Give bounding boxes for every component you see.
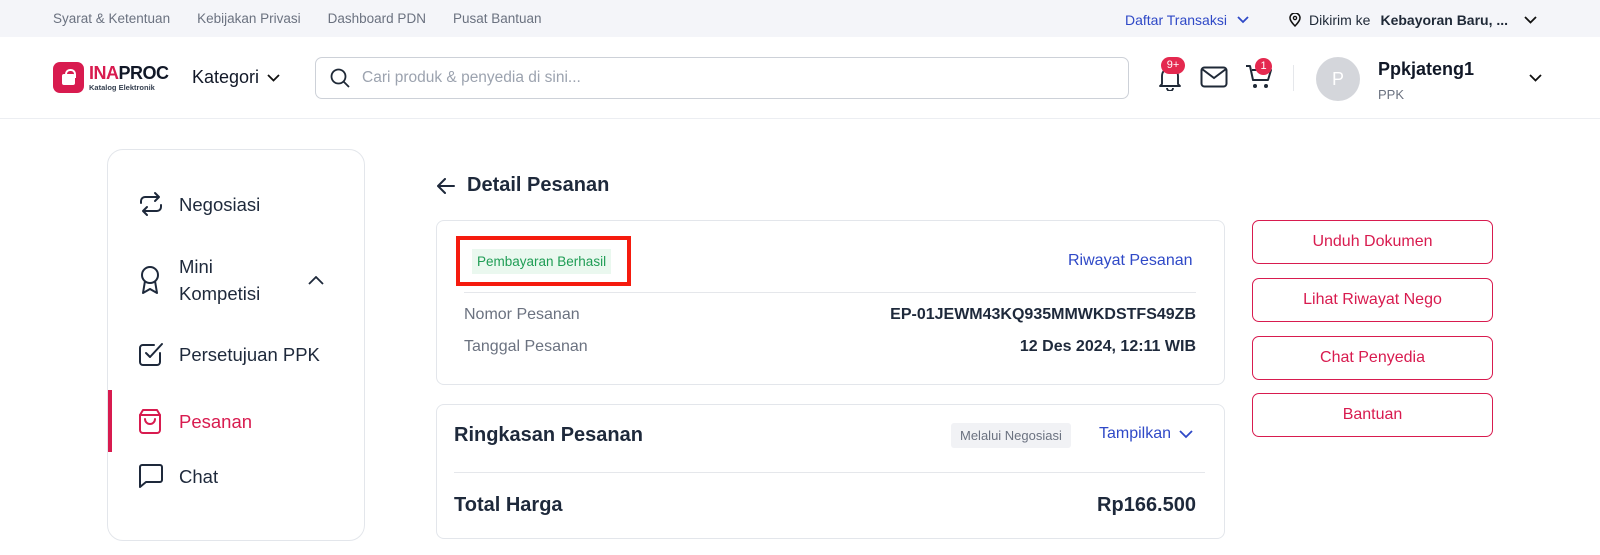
category-label: Kategori — [192, 67, 260, 87]
avatar[interactable]: P — [1316, 57, 1360, 101]
chevron-down-icon[interactable] — [1529, 74, 1542, 82]
user-name[interactable]: Ppkjateng1 — [1378, 59, 1474, 80]
sidebar-item-label: Chat — [179, 465, 219, 487]
sidebar-item-mini-kompetisi[interactable]: Mini Kompetisi — [108, 252, 364, 308]
status-highlight: Pembayaran Berhasil — [456, 236, 631, 286]
header-divider — [1293, 65, 1294, 91]
arrows-swap-icon — [140, 192, 162, 216]
order-date-label: Tanggal Pesanan — [464, 338, 588, 355]
transactions-label: Daftar Transaksi — [1125, 12, 1227, 28]
order-number-label: Nomor Pesanan — [464, 306, 580, 323]
inaproc-logo[interactable]: INAPROC Katalog Elektronik — [53, 62, 169, 93]
status-badge: Pembayaran Berhasil — [472, 248, 612, 274]
chat-vendor-button[interactable]: Chat Penyedia — [1252, 336, 1493, 380]
order-history-link[interactable]: Riwayat Pesanan — [1068, 252, 1193, 270]
sidebar-item-chat[interactable]: Chat — [108, 458, 364, 494]
shipping-location[interactable]: Dikirim ke Kebayoran Baru, ... — [1289, 12, 1538, 28]
sidebar-item-persetujuan-ppk[interactable]: Persetujuan PPK — [108, 336, 364, 372]
sidebar-item-label: Persetujuan PPK — [179, 343, 320, 365]
help-button[interactable]: Bantuan — [1252, 393, 1493, 437]
chat-icon — [139, 464, 163, 488]
category-dropdown[interactable]: Kategori — [192, 67, 280, 88]
notification-button[interactable]: 9+ — [1158, 57, 1185, 96]
ship-prefix: Dikirim ke — [1309, 12, 1371, 28]
order-date: 12 Des 2024, 12:11 WIB — [1019, 338, 1196, 355]
user-role: PPK — [1378, 87, 1405, 102]
notification-badge: 9+ — [1161, 57, 1185, 74]
cart-button[interactable]: 1 — [1245, 58, 1273, 95]
sidebar-item-negosiasi[interactable]: Negosiasi — [108, 186, 364, 222]
page-title: Detail Pesanan — [467, 174, 610, 196]
link-privacy[interactable]: Kebijakan Privasi — [197, 11, 301, 26]
logo-brand-a: INA — [89, 62, 119, 83]
summary-toggle-label: Tampilkan — [1099, 425, 1172, 442]
search-input[interactable] — [362, 69, 1062, 87]
sidebar-item-label: Negosiasi — [179, 193, 261, 215]
page-header: Detail Pesanan — [437, 174, 609, 197]
inbox-button[interactable] — [1200, 66, 1228, 93]
main-header: INAPROC Katalog Elektronik Kategori 9+ 1… — [0, 37, 1600, 119]
total-value: Rp166.500 — [1097, 494, 1196, 516]
download-document-button[interactable]: Unduh Dokumen — [1252, 220, 1493, 264]
total-label: Total Harga — [454, 494, 563, 516]
divider — [454, 472, 1205, 473]
chevron-down-icon — [267, 73, 280, 82]
sidebar: Negosiasi Mini Kompetisi Persetujuan PPK… — [107, 149, 365, 541]
arrow-left-icon[interactable] — [437, 177, 455, 194]
shopping-bag-logo-icon — [53, 62, 84, 93]
negotiation-history-button[interactable]: Lihat Riwayat Nego — [1252, 278, 1493, 322]
link-help-center[interactable]: Pusat Bantuan — [453, 11, 542, 26]
transactions-dropdown[interactable]: Daftar Transaksi — [1125, 12, 1249, 28]
top-bar: Syarat & Ketentuan Kebijakan Privasi Das… — [0, 0, 1600, 37]
search-icon — [330, 68, 350, 88]
cart-badge: 1 — [1255, 58, 1272, 75]
search-bar[interactable] — [315, 57, 1129, 99]
location-pin-icon — [1289, 13, 1301, 27]
link-terms[interactable]: Syarat & Ketentuan — [53, 11, 170, 26]
chevron-down-icon — [1524, 16, 1538, 24]
checkbox-icon — [139, 343, 163, 366]
logo-brand-b: PROC — [118, 62, 170, 83]
sidebar-item-label: Mini Kompetisi — [179, 256, 261, 304]
summary-title: Ringkasan Pesanan — [454, 424, 643, 446]
award-icon — [141, 266, 159, 294]
ship-location: Kebayoran Baru, ... — [1380, 12, 1509, 28]
link-dashboard-pdn[interactable]: Dashboard PDN — [328, 11, 426, 26]
mail-icon — [1200, 66, 1228, 88]
shopping-bag-icon — [139, 409, 161, 434]
sidebar-item-pesanan[interactable]: Pesanan — [108, 390, 364, 452]
top-links: Syarat & Ketentuan Kebijakan Privasi Das… — [53, 11, 542, 26]
divider — [464, 292, 1196, 293]
sidebar-item-label: Pesanan — [179, 410, 253, 432]
order-number: EP-01JEWM43KQ935MMWKDSTFS49ZB — [890, 306, 1196, 323]
summary-toggle[interactable]: Tampilkan — [1099, 425, 1193, 443]
chevron-up-icon[interactable] — [308, 275, 324, 285]
logo-tagline: Katalog Elektronik — [89, 82, 155, 92]
negotiation-chip: Melalui Negosiasi — [951, 423, 1071, 448]
chevron-down-icon — [1237, 16, 1249, 24]
chevron-down-icon — [1179, 429, 1193, 438]
